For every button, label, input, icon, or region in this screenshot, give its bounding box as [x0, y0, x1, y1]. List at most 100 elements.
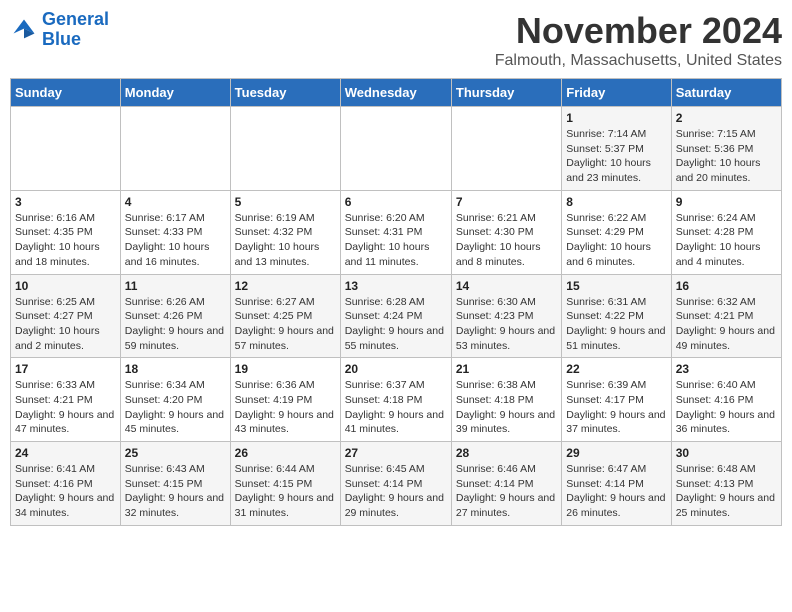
day-number: 8 — [566, 195, 666, 209]
day-number: 24 — [15, 446, 116, 460]
calendar-cell: 25 Sunrise: 6:43 AM Sunset: 4:15 PM Dayli… — [120, 442, 230, 526]
day-info: Sunrise: 7:15 AM Sunset: 5:36 PM Dayligh… — [676, 127, 777, 186]
weekday-header-row: SundayMondayTuesdayWednesdayThursdayFrid… — [11, 79, 782, 107]
logo-text: General Blue — [42, 10, 109, 50]
calendar-cell: 30Sunrise: 6:48 AM Sunset: 4:13 PM Dayli… — [671, 442, 781, 526]
day-number: 17 — [15, 362, 116, 376]
calendar-cell — [451, 107, 561, 191]
day-number: 4 — [125, 195, 226, 209]
day-info: Sunrise: 6:45 AM Sunset: 4:14 PM Dayligh… — [345, 462, 447, 521]
day-info: Sunrise: 6:40 AM Sunset: 4:16 PM Dayligh… — [676, 378, 777, 437]
day-info: Sunrise: 7:14 AM Sunset: 5:37 PM Dayligh… — [566, 127, 666, 186]
calendar-cell: 16Sunrise: 6:32 AM Sunset: 4:21 PM Dayli… — [671, 274, 781, 358]
day-number: 20 — [345, 362, 447, 376]
calendar-cell: 20Sunrise: 6:37 AM Sunset: 4:18 PM Dayli… — [340, 358, 451, 442]
calendar-week-row: 24 Sunrise: 6:41 AM Sunset: 4:16 PM Dayli… — [11, 442, 782, 526]
day-info: Sunrise: 6:22 AM Sunset: 4:29 PM Dayligh… — [566, 211, 666, 270]
day-number: 1 — [566, 111, 666, 125]
day-info: Sunrise: 6:41 AM Sunset: 4:16 PM Dayligh… — [15, 462, 116, 521]
calendar-cell: 21Sunrise: 6:38 AM Sunset: 4:18 PM Dayli… — [451, 358, 561, 442]
calendar-cell: 3Sunrise: 6:16 AM Sunset: 4:35 PM Daylig… — [11, 190, 121, 274]
day-number: 11 — [125, 279, 226, 293]
day-number: 23 — [676, 362, 777, 376]
day-number: 7 — [456, 195, 557, 209]
calendar-cell: 29Sunrise: 6:47 AM Sunset: 4:14 PM Dayli… — [562, 442, 671, 526]
location-subtitle: Falmouth, Massachusetts, United States — [495, 52, 782, 70]
calendar-table: SundayMondayTuesdayWednesdayThursdayFrid… — [10, 78, 782, 526]
day-number: 30 — [676, 446, 777, 460]
weekday-header-monday: Monday — [120, 79, 230, 107]
calendar-cell: 9Sunrise: 6:24 AM Sunset: 4:28 PM Daylig… — [671, 190, 781, 274]
calendar-cell: 1 Sunrise: 7:14 AM Sunset: 5:37 PM Daylig… — [562, 107, 671, 191]
calendar-cell: 27Sunrise: 6:45 AM Sunset: 4:14 PM Dayli… — [340, 442, 451, 526]
calendar-cell: 26 Sunrise: 6:44 AM Sunset: 4:15 PM Dayli… — [230, 442, 340, 526]
day-info: Sunrise: 6:39 AM Sunset: 4:17 PM Dayligh… — [566, 378, 666, 437]
weekday-header-wednesday: Wednesday — [340, 79, 451, 107]
calendar-cell — [340, 107, 451, 191]
calendar-cell: 10 Sunrise: 6:25 AM Sunset: 4:27 PM Dayli… — [11, 274, 121, 358]
day-info: Sunrise: 6:25 AM Sunset: 4:27 PM Dayligh… — [15, 295, 116, 354]
day-info: Sunrise: 6:33 AM Sunset: 4:21 PM Dayligh… — [15, 378, 116, 437]
day-number: 25 — [125, 446, 226, 460]
calendar-week-row: 10 Sunrise: 6:25 AM Sunset: 4:27 PM Dayli… — [11, 274, 782, 358]
day-number: 14 — [456, 279, 557, 293]
calendar-week-row: 3Sunrise: 6:16 AM Sunset: 4:35 PM Daylig… — [11, 190, 782, 274]
day-number: 10 — [15, 279, 116, 293]
day-number: 13 — [345, 279, 447, 293]
calendar-cell: 2 Sunrise: 7:15 AM Sunset: 5:36 PM Daylig… — [671, 107, 781, 191]
day-number: 21 — [456, 362, 557, 376]
calendar-cell: 4 Sunrise: 6:17 AM Sunset: 4:33 PM Daylig… — [120, 190, 230, 274]
calendar-cell: 6 Sunrise: 6:20 AM Sunset: 4:31 PM Daylig… — [340, 190, 451, 274]
day-info: Sunrise: 6:31 AM Sunset: 4:22 PM Dayligh… — [566, 295, 666, 354]
weekday-header-friday: Friday — [562, 79, 671, 107]
day-number: 2 — [676, 111, 777, 125]
calendar-cell: 28 Sunrise: 6:46 AM Sunset: 4:14 PM Dayli… — [451, 442, 561, 526]
day-info: Sunrise: 6:44 AM Sunset: 4:15 PM Dayligh… — [235, 462, 336, 521]
calendar-cell: 13 Sunrise: 6:28 AM Sunset: 4:24 PM Dayli… — [340, 274, 451, 358]
day-info: Sunrise: 6:26 AM Sunset: 4:26 PM Dayligh… — [125, 295, 226, 354]
day-info: Sunrise: 6:30 AM Sunset: 4:23 PM Dayligh… — [456, 295, 557, 354]
day-number: 6 — [345, 195, 447, 209]
calendar-cell: 12 Sunrise: 6:27 AM Sunset: 4:25 PM Dayli… — [230, 274, 340, 358]
calendar-cell: 15Sunrise: 6:31 AM Sunset: 4:22 PM Dayli… — [562, 274, 671, 358]
day-info: Sunrise: 6:28 AM Sunset: 4:24 PM Dayligh… — [345, 295, 447, 354]
day-info: Sunrise: 6:21 AM Sunset: 4:30 PM Dayligh… — [456, 211, 557, 270]
calendar-cell: 17 Sunrise: 6:33 AM Sunset: 4:21 PM Dayli… — [11, 358, 121, 442]
calendar-cell: 14 Sunrise: 6:30 AM Sunset: 4:23 PM Dayli… — [451, 274, 561, 358]
day-info: Sunrise: 6:16 AM Sunset: 4:35 PM Dayligh… — [15, 211, 116, 270]
weekday-header-saturday: Saturday — [671, 79, 781, 107]
day-info: Sunrise: 6:17 AM Sunset: 4:33 PM Dayligh… — [125, 211, 226, 270]
logo-bird-icon — [10, 16, 38, 44]
page-header: General Blue November 2024 Falmouth, Mas… — [10, 10, 782, 70]
day-info: Sunrise: 6:43 AM Sunset: 4:15 PM Dayligh… — [125, 462, 226, 521]
logo: General Blue — [10, 10, 109, 50]
calendar-cell: 19 Sunrise: 6:36 AM Sunset: 4:19 PM Dayli… — [230, 358, 340, 442]
day-info: Sunrise: 6:34 AM Sunset: 4:20 PM Dayligh… — [125, 378, 226, 437]
day-number: 26 — [235, 446, 336, 460]
day-info: Sunrise: 6:32 AM Sunset: 4:21 PM Dayligh… — [676, 295, 777, 354]
calendar-cell — [120, 107, 230, 191]
calendar-cell — [11, 107, 121, 191]
day-info: Sunrise: 6:19 AM Sunset: 4:32 PM Dayligh… — [235, 211, 336, 270]
day-info: Sunrise: 6:24 AM Sunset: 4:28 PM Dayligh… — [676, 211, 777, 270]
day-info: Sunrise: 6:20 AM Sunset: 4:31 PM Dayligh… — [345, 211, 447, 270]
day-number: 5 — [235, 195, 336, 209]
day-info: Sunrise: 6:46 AM Sunset: 4:14 PM Dayligh… — [456, 462, 557, 521]
day-number: 22 — [566, 362, 666, 376]
weekday-header-tuesday: Tuesday — [230, 79, 340, 107]
calendar-cell: 23 Sunrise: 6:40 AM Sunset: 4:16 PM Dayli… — [671, 358, 781, 442]
calendar-cell — [230, 107, 340, 191]
calendar-cell: 18 Sunrise: 6:34 AM Sunset: 4:20 PM Dayli… — [120, 358, 230, 442]
calendar-cell: 22 Sunrise: 6:39 AM Sunset: 4:17 PM Dayli… — [562, 358, 671, 442]
day-number: 28 — [456, 446, 557, 460]
day-number: 12 — [235, 279, 336, 293]
calendar-week-row: 17 Sunrise: 6:33 AM Sunset: 4:21 PM Dayli… — [11, 358, 782, 442]
weekday-header-sunday: Sunday — [11, 79, 121, 107]
day-info: Sunrise: 6:27 AM Sunset: 4:25 PM Dayligh… — [235, 295, 336, 354]
day-number: 18 — [125, 362, 226, 376]
day-number: 19 — [235, 362, 336, 376]
calendar-cell: 11 Sunrise: 6:26 AM Sunset: 4:26 PM Dayli… — [120, 274, 230, 358]
day-info: Sunrise: 6:36 AM Sunset: 4:19 PM Dayligh… — [235, 378, 336, 437]
calendar-week-row: 1 Sunrise: 7:14 AM Sunset: 5:37 PM Daylig… — [11, 107, 782, 191]
calendar-cell: 24 Sunrise: 6:41 AM Sunset: 4:16 PM Dayli… — [11, 442, 121, 526]
